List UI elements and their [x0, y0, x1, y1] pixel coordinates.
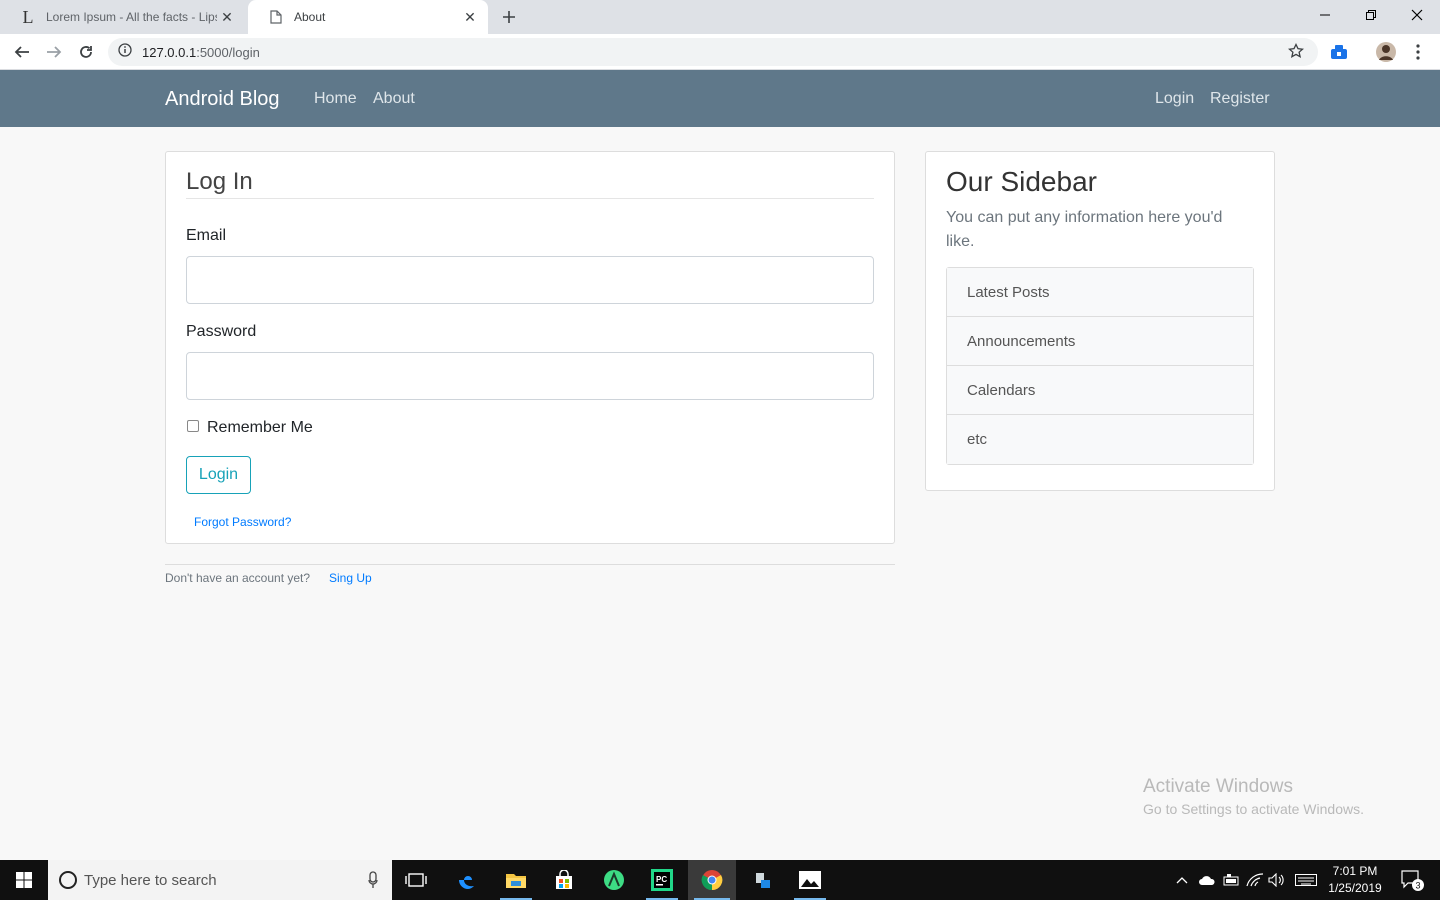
browser-tab-strip: L Lorem Ipsum - All the facts - Lipsum ✕… — [0, 0, 1440, 34]
remember-me-checkbox[interactable] — [187, 420, 199, 432]
email-label: Email — [186, 227, 227, 244]
nav-login-link[interactable]: Login — [1155, 90, 1194, 108]
close-icon[interactable]: ✕ — [460, 7, 480, 27]
remember-me-label[interactable]: Remember Me — [207, 419, 313, 437]
sidebar-item-etc[interactable]: etc — [947, 415, 1253, 464]
start-button[interactable] — [0, 860, 48, 900]
tab-lorem-ipsum[interactable]: L Lorem Ipsum - All the facts - Lipsum ✕ — [0, 0, 245, 34]
legend-divider — [186, 198, 874, 199]
page-icon — [268, 9, 284, 25]
clock-time: 7:01 PM — [1332, 864, 1378, 878]
photos-icon[interactable] — [788, 860, 832, 900]
chevron-up-icon[interactable] — [1172, 860, 1192, 900]
volume-icon[interactable] — [1266, 860, 1288, 900]
minimize-button[interactable] — [1302, 0, 1348, 30]
clock-date: 1/25/2019 — [1328, 881, 1382, 895]
email-field[interactable] — [186, 256, 874, 304]
task-view-icon[interactable] — [396, 860, 436, 900]
site-navbar: Android Blog Home About Login Register — [0, 70, 1440, 127]
extension-icon[interactable] — [1327, 40, 1351, 64]
login-card: Log In Email Password Remember Me Login … — [165, 151, 895, 544]
android-studio-icon[interactable] — [590, 860, 638, 900]
password-label: Password — [186, 323, 257, 340]
activate-windows-subtitle: Go to Settings to activate Windows. — [1143, 801, 1364, 817]
forgot-password-link[interactable]: Forgot Password? — [194, 515, 291, 529]
taskbar-search-box[interactable]: Type here to search — [48, 860, 392, 900]
tab-about[interactable]: About ✕ — [248, 0, 488, 34]
browser-toolbar: 127.0.0.1:5000/login — [0, 34, 1440, 70]
microphone-icon[interactable] — [368, 871, 378, 893]
menu-kebab-icon[interactable] — [1406, 40, 1430, 64]
form-legend: Log In — [186, 168, 253, 195]
nav-register-link[interactable]: Register — [1210, 90, 1270, 108]
footer-divider — [165, 564, 895, 565]
password-field[interactable] — [186, 352, 874, 400]
network-app-icon[interactable] — [740, 860, 784, 900]
onedrive-cloud-icon[interactable] — [1196, 860, 1218, 900]
sidebar-title: Our Sidebar — [946, 166, 1097, 197]
no-account-text: Don't have an account yet? — [165, 571, 311, 585]
profile-avatar[interactable] — [1374, 40, 1398, 64]
sidebar-item-latest-posts[interactable]: Latest Posts — [947, 268, 1253, 317]
nav-about-link[interactable]: About — [373, 90, 415, 108]
new-tab-button[interactable] — [498, 6, 520, 28]
signup-link[interactable]: Sing Up — [329, 571, 372, 585]
pycharm-icon[interactable]: PC — [640, 860, 684, 900]
login-button[interactable]: Login — [186, 456, 251, 494]
back-button[interactable] — [10, 40, 34, 64]
url-text: 127.0.0.1:5000/login — [142, 45, 260, 60]
file-explorer-icon[interactable] — [494, 860, 538, 900]
svg-text:PC: PC — [656, 875, 667, 884]
bookmark-star-icon[interactable] — [1287, 42, 1305, 64]
activate-windows-title: Activate Windows — [1143, 776, 1293, 797]
store-icon[interactable] — [542, 860, 586, 900]
sidebar-card: Our Sidebar You can put any information … — [925, 151, 1275, 491]
url-path: :5000/login — [196, 44, 260, 60]
tab-title: Lorem Ipsum - All the facts - Lipsum — [46, 10, 217, 24]
sidebar-list: Latest Posts Announcements Calendars etc — [946, 267, 1254, 465]
taskbar-clock[interactable]: 7:01 PM 1/25/2019 — [1322, 863, 1388, 897]
keyboard-icon[interactable] — [1292, 860, 1320, 900]
sidebar-text: You can put any information here you'd l… — [946, 209, 1223, 250]
action-center-icon[interactable]: 3 — [1394, 860, 1430, 900]
restore-button[interactable] — [1348, 0, 1394, 30]
close-icon[interactable]: ✕ — [217, 7, 237, 27]
sidebar-item-announcements[interactable]: Announcements — [947, 317, 1253, 366]
battery-icon[interactable] — [1220, 860, 1242, 900]
close-window-button[interactable] — [1394, 0, 1440, 30]
forward-button[interactable] — [42, 40, 66, 64]
wifi-icon[interactable] — [1244, 860, 1266, 900]
lipsum-favicon-icon: L — [22, 6, 34, 27]
url-host: 127.0.0.1 — [142, 44, 197, 60]
brand-link[interactable]: Android Blog — [165, 88, 280, 111]
tab-title: About — [294, 10, 326, 24]
windows-taskbar: Type here to search PC 7:01 PM 1/25/2019… — [0, 860, 1440, 900]
sidebar-item-calendars[interactable]: Calendars — [947, 366, 1253, 415]
address-bar[interactable]: 127.0.0.1:5000/login — [108, 38, 1318, 66]
notification-count: 3 — [1416, 881, 1421, 891]
edge-browser-icon[interactable] — [446, 860, 490, 900]
info-icon[interactable] — [118, 42, 132, 62]
chrome-icon[interactable] — [688, 860, 736, 900]
cortana-circle-icon — [58, 870, 78, 894]
reload-button[interactable] — [74, 40, 98, 64]
nav-home-link[interactable]: Home — [314, 90, 357, 108]
search-placeholder: Type here to search — [84, 871, 217, 889]
